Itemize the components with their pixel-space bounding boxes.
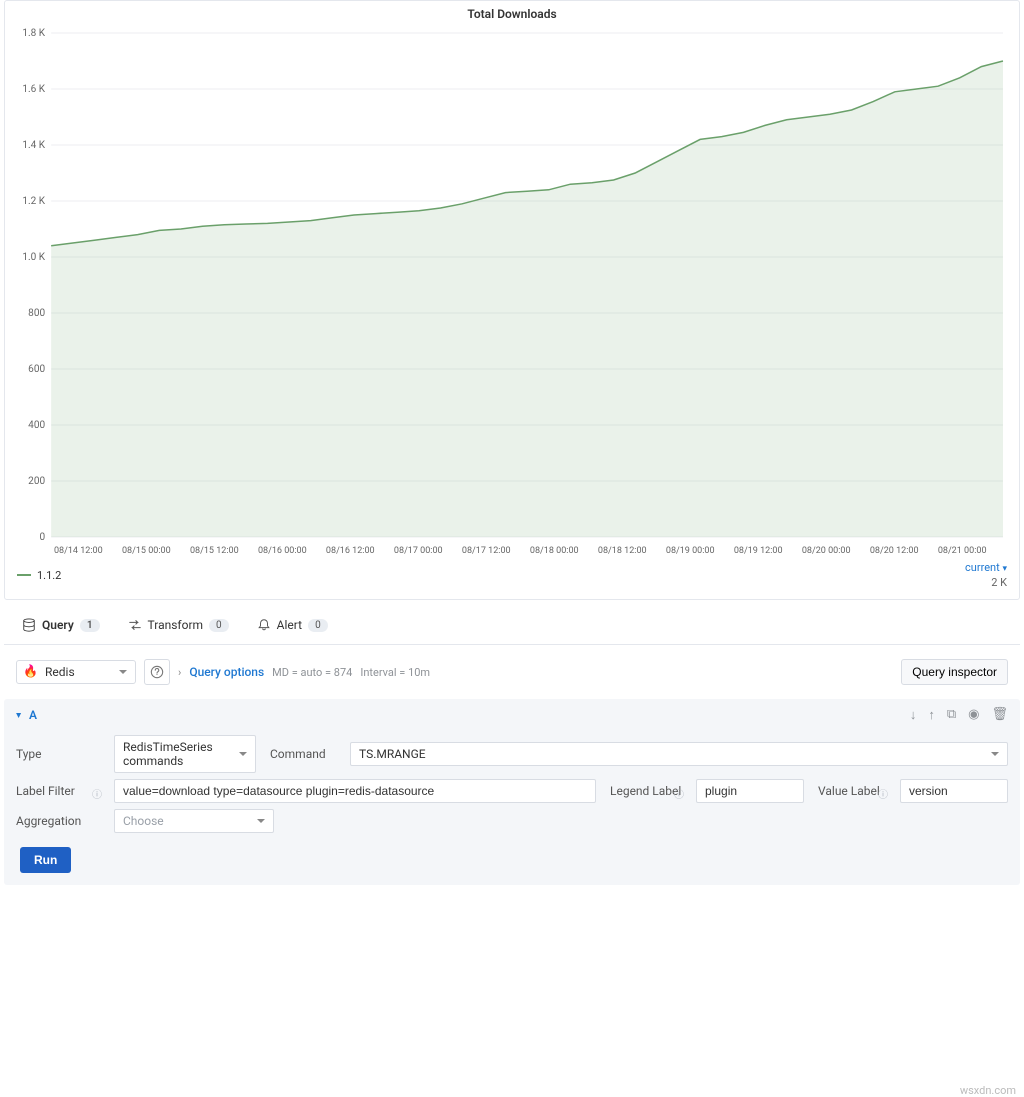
aggregation-select[interactable]: Choose <box>114 809 274 833</box>
query-row-name[interactable]: A <box>29 708 37 722</box>
query-inspector-button[interactable]: Query inspector <box>901 659 1008 685</box>
svg-text:08/18 00:00: 08/18 00:00 <box>530 546 579 556</box>
tab-query[interactable]: Query 1 <box>22 614 100 636</box>
tab-transform-count: 0 <box>209 619 229 632</box>
datasource-help-button[interactable] <box>144 659 170 685</box>
watermark-text: wsxdn.com <box>960 1084 1016 1097</box>
command-select[interactable]: TS.MRANGE <box>350 742 1008 766</box>
svg-text:08/18 12:00: 08/18 12:00 <box>598 546 647 556</box>
legend-label-input[interactable] <box>696 779 804 803</box>
legend-column-header[interactable]: current ▾ <box>965 561 1007 574</box>
svg-text:08/21 00:00: 08/21 00:00 <box>938 546 987 556</box>
aggregation-label: Aggregation <box>16 814 108 828</box>
delete-icon[interactable]: 🗑 <box>991 707 1008 723</box>
type-label: Type <box>16 747 108 761</box>
svg-text:08/17 00:00: 08/17 00:00 <box>394 546 443 556</box>
database-icon <box>22 618 36 632</box>
svg-text:400: 400 <box>28 420 45 431</box>
svg-text:08/20 00:00: 08/20 00:00 <box>802 546 851 556</box>
datasource-selected: Redis <box>45 665 75 679</box>
svg-text:0: 0 <box>39 532 45 543</box>
svg-text:200: 200 <box>28 476 45 487</box>
query-options-toggle[interactable]: Query options <box>189 665 264 679</box>
svg-text:08/15 12:00: 08/15 12:00 <box>190 546 239 556</box>
svg-text:800: 800 <box>28 308 45 319</box>
label-filter-label: Label Filter <box>16 784 108 798</box>
query-interval-text: Interval = 10m <box>360 666 430 679</box>
chart-canvas: 0 200 400 600 800 1.0 K 1.2 K 1.4 K 1.6 K 1.8 K 08… <box>5 27 1019 557</box>
tab-query-count: 1 <box>80 619 100 632</box>
duplicate-icon[interactable]: ⧉ <box>947 707 956 723</box>
tab-alert[interactable]: Alert 0 <box>257 614 328 636</box>
legend-swatch <box>17 574 31 576</box>
tab-transform[interactable]: Transform 0 <box>128 614 229 636</box>
svg-text:1.6 K: 1.6 K <box>22 84 45 95</box>
move-down-icon[interactable]: ↓ <box>910 707 917 723</box>
svg-text:1.8 K: 1.8 K <box>22 28 45 39</box>
svg-text:08/16 12:00: 08/16 12:00 <box>326 546 375 556</box>
tab-transform-label: Transform <box>148 618 204 632</box>
tab-alert-label: Alert <box>277 618 302 632</box>
type-select[interactable]: RedisTimeSeries commands <box>114 735 256 773</box>
svg-text:08/20 12:00: 08/20 12:00 <box>870 546 919 556</box>
label-filter-input[interactable] <box>114 779 596 803</box>
transform-icon <box>128 618 142 632</box>
svg-text:1.2 K: 1.2 K <box>22 196 45 207</box>
value-label-label: Value Label <box>810 784 894 798</box>
legend-series-name: 1.1.2 <box>37 569 61 582</box>
svg-text:08/19 12:00: 08/19 12:00 <box>734 546 783 556</box>
tab-query-label: Query <box>42 618 74 632</box>
legend-label-label: Legend Label <box>602 784 690 798</box>
help-icon <box>150 665 164 679</box>
tab-alert-count: 0 <box>308 619 328 632</box>
query-md-text: MD = auto = 874 <box>272 666 352 679</box>
svg-text:600: 600 <box>28 364 45 375</box>
bell-icon <box>257 618 271 632</box>
command-label: Command <box>262 747 344 761</box>
svg-text:08/16 00:00: 08/16 00:00 <box>258 546 307 556</box>
datasource-select[interactable]: Redis <box>16 660 136 684</box>
panel-title: Total Downloads <box>5 1 1019 27</box>
svg-text:1.0 K: 1.0 K <box>22 252 45 263</box>
toggle-visibility-icon[interactable]: ◉ <box>968 707 979 723</box>
legend-current-value: 2 K <box>965 574 1007 589</box>
chevron-down-icon[interactable]: ▸ <box>13 712 24 717</box>
svg-text:1.4 K: 1.4 K <box>22 140 45 151</box>
chevron-right-icon[interactable]: › <box>178 666 181 679</box>
svg-text:08/14 12:00: 08/14 12:00 <box>54 546 103 556</box>
chart-legend: 1.1.2 current ▾ 2 K <box>5 557 1019 599</box>
svg-text:08/17 12:00: 08/17 12:00 <box>462 546 511 556</box>
svg-text:08/19 00:00: 08/19 00:00 <box>666 546 715 556</box>
svg-text:08/15 00:00: 08/15 00:00 <box>122 546 171 556</box>
run-button[interactable]: Run <box>20 847 71 873</box>
value-label-input[interactable] <box>900 779 1008 803</box>
move-up-icon[interactable]: ↑ <box>928 707 935 723</box>
